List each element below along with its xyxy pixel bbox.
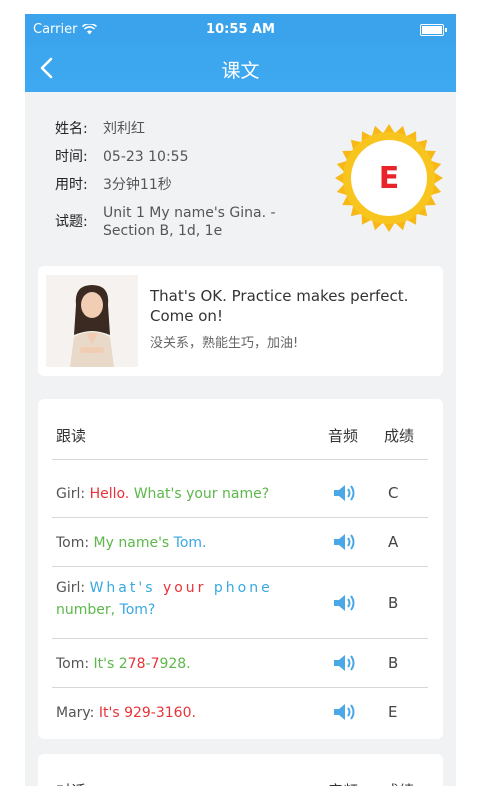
name-value: 刘利红: [103, 121, 145, 137]
battery-icon: [420, 24, 447, 36]
sentence-segment: My name's: [93, 535, 174, 551]
question-row: 试题: Unit 1 My name's Gina. - Section B, …: [55, 204, 303, 240]
divider: [52, 459, 428, 460]
coach-message-en: That's OK. Practice makes perfect. Come …: [150, 287, 409, 325]
sentence-segment: Girl:: [56, 486, 90, 502]
phone-screen: Carrier 10:55 AM 课文 姓名: 刘利红 时间: 05-23 10…: [25, 14, 456, 786]
sentence-segment: phone: [213, 580, 273, 596]
score-value: E: [388, 703, 398, 721]
speaker-icon[interactable]: [331, 592, 357, 614]
speaker-icon[interactable]: [331, 482, 357, 504]
sentence-text: Girl: Hello. What's your name?: [56, 483, 306, 505]
table-header: 跟读 音频 成绩: [56, 425, 431, 445]
grade-badge: E: [333, 122, 445, 234]
coach-card: That's OK. Practice makes perfect. Come …: [38, 266, 443, 376]
sentence-segment: Tom:: [56, 535, 94, 551]
sentence-segment: Girl:: [56, 580, 90, 596]
time-row: 时间: 05-23 10:55: [55, 148, 303, 166]
sentence-segment: Tom:: [56, 656, 94, 672]
table-row: Tom: My name's Tom. A: [38, 518, 443, 566]
sentence-segment: 78: [127, 656, 146, 672]
table-row: Tom: It's 278-7928. B: [38, 639, 443, 687]
coach-message-cn: 没关系，熟能生巧，加油!: [150, 336, 299, 351]
time-label: 时间:: [55, 149, 88, 165]
sentence-text: Mary: It's 929-3160.: [56, 702, 306, 724]
sentence-segment: 928.: [159, 656, 191, 672]
table-row: Girl: What's your phone number, Tom? B: [38, 567, 443, 638]
score-value: A: [388, 533, 399, 551]
name-row: 姓名: 刘利红: [55, 120, 303, 138]
nav-bar: 课文: [25, 44, 456, 92]
status-bar: Carrier 10:55 AM: [25, 14, 456, 44]
teacher-illustration-icon: [46, 275, 138, 367]
sentence-text: Girl: What's your phone number, Tom?: [56, 577, 306, 621]
score-column-header: 成绩: [384, 427, 415, 445]
sentence-segment: Tom.: [173, 535, 207, 551]
dialogue-score-header: 成绩: [384, 780, 414, 786]
time-value: 05-23 10:55: [103, 149, 189, 165]
sentence-segment: number,: [56, 602, 120, 618]
sentence-segment: It's 2: [93, 656, 128, 672]
score-value: B: [388, 654, 399, 672]
name-label: 姓名:: [55, 121, 88, 137]
question-label: 试题:: [55, 214, 88, 230]
sentence-segment: What's: [89, 580, 163, 596]
speaker-icon[interactable]: [331, 652, 357, 674]
dialogue-audio-header: 音频: [328, 780, 358, 786]
table-row: Girl: Hello. What's your name? C: [38, 469, 443, 517]
sentence-text: Tom: My name's Tom.: [56, 532, 306, 554]
sentence-segment: It's 929-3160.: [98, 705, 196, 721]
grade-letter: E: [378, 160, 400, 196]
duration-row: 用时: 3分钟11秒: [55, 176, 303, 194]
speaker-icon[interactable]: [331, 701, 357, 723]
duration-label: 用时:: [55, 177, 88, 193]
sentence-segment: What's your name?: [133, 486, 270, 502]
follow-read-title: 跟读: [56, 427, 87, 445]
sentence-segment: your: [162, 580, 214, 596]
follow-read-card: 跟读 音频 成绩 Girl: Hello. What's your name? C…: [38, 399, 443, 739]
status-time: 10:55 AM: [206, 22, 275, 37]
sentence-text: Tom: It's 278-7928.: [56, 653, 306, 675]
question-value: Unit 1 My name's Gina. - Section B, 1d, …: [103, 205, 276, 239]
score-value: C: [388, 484, 399, 502]
page-title: 课文: [221, 60, 260, 82]
table-row: Mary: It's 929-3160. E: [38, 688, 443, 736]
sentence-segment: Tom?: [119, 602, 156, 618]
score-value: B: [388, 594, 399, 612]
result-info: 姓名: 刘利红 时间: 05-23 10:55 用时: 3分钟11秒 试题: U…: [55, 120, 303, 250]
sentence-segment: Mary:: [56, 705, 99, 721]
audio-column-header: 音频: [328, 427, 359, 445]
dialogue-title: 对话: [56, 780, 86, 786]
dialogue-card: 对话 音频 成绩: [38, 754, 443, 786]
speaker-icon[interactable]: [331, 531, 357, 553]
coach-avatar: [46, 275, 138, 367]
sentence-segment: Hello.: [89, 486, 134, 502]
duration-value: 3分钟11秒: [103, 177, 172, 193]
